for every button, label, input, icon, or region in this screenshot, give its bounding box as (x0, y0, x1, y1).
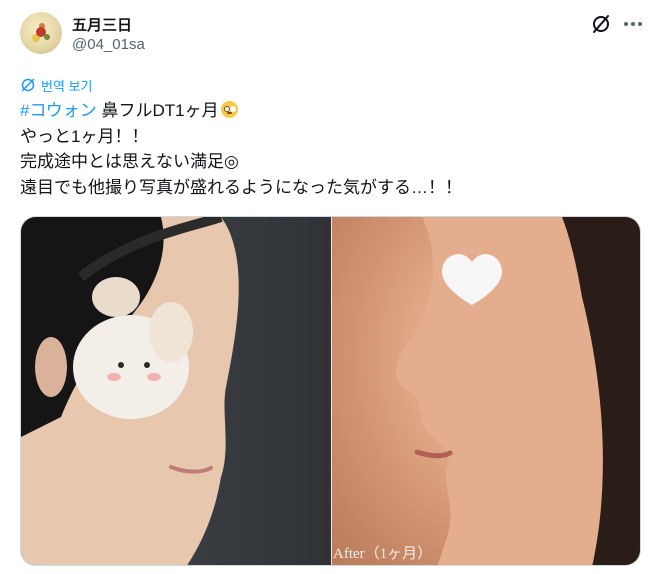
photo-after[interactable] (332, 217, 640, 565)
face-silhouette-after (396, 217, 640, 565)
user-handle[interactable]: @04_01sa (72, 36, 145, 53)
media-grid[interactable]: After（1ヶ月） (20, 216, 641, 566)
tweet-line-1-text: 鼻フルDT1ヶ月 (96, 101, 219, 120)
tweet: 五月三日 @04_01sa 번역 보기 #コウォン 鼻フルDT1ヶ月 やっと1ヶ… (0, 0, 659, 574)
translate-icon (21, 78, 35, 92)
avatar[interactable] (20, 12, 62, 54)
translate-label: 번역 보기 (41, 78, 93, 94)
display-name[interactable]: 五月三日 (72, 14, 132, 35)
hashtag-link[interactable]: #コウォン (20, 101, 97, 120)
after-caption: After（1ヶ月） (333, 546, 433, 562)
face-silhouette-before (21, 217, 239, 565)
flushed-face-emoji-icon (220, 101, 238, 118)
tweet-line-2: やっと1ヶ月！！ (20, 126, 149, 146)
translate-link[interactable]: 번역 보기 (20, 76, 92, 94)
tweet-line-1: #コウォン 鼻フルDT1ヶ月 (20, 98, 640, 124)
tweet-text: #コウォン 鼻フルDT1ヶ月 やっと1ヶ月！！ 完成途中とは思えない満足◎ 遠目… (20, 98, 640, 200)
tweet-line-3: 完成途中とは思えない満足◎ (20, 152, 239, 171)
grok-icon[interactable] (590, 13, 612, 35)
more-options-icon[interactable] (622, 13, 644, 35)
photo-before[interactable] (21, 217, 331, 565)
flower-bouquet-image (36, 27, 46, 37)
tweet-line-4: 遠目でも他撮り写真が盛れるようになった気がする…！！ (20, 177, 462, 197)
